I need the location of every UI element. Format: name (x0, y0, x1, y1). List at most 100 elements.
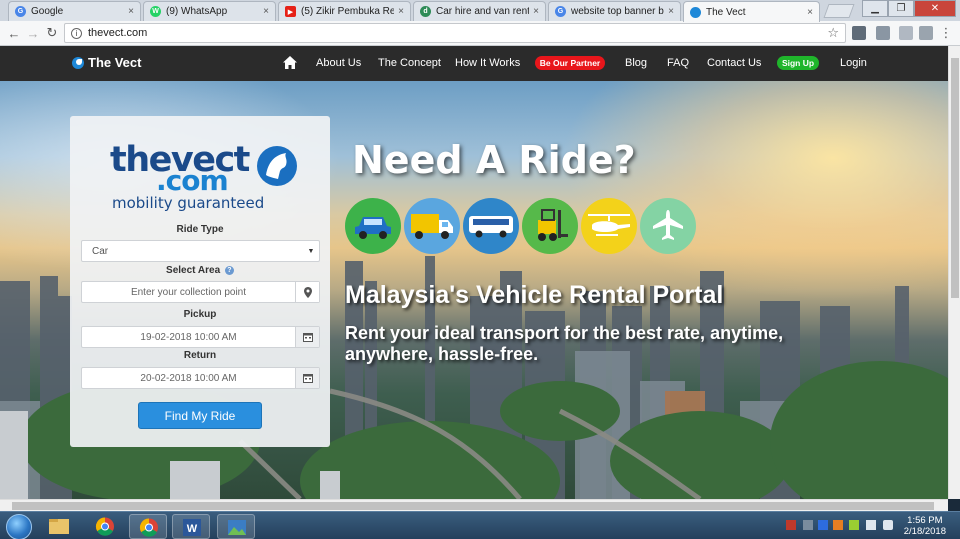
tab-google[interactable]: G Google × (8, 1, 141, 21)
dropbox-icon[interactable] (818, 520, 828, 530)
extension-icon[interactable] (852, 26, 866, 40)
nav-how-it-works[interactable]: How It Works (455, 57, 520, 69)
pickup-label: Pickup (183, 309, 217, 320)
forward-icon[interactable]: → (25, 25, 41, 41)
scroll-thumb[interactable] (12, 502, 934, 510)
hero-headline: Need A Ride? (352, 138, 636, 182)
bookmark-star-icon[interactable]: ☆ (827, 25, 839, 41)
info-icon[interactable]: i (71, 27, 82, 39)
area-placeholder: Enter your collection point (130, 286, 247, 298)
select-area-heading: Select Area ? (70, 265, 330, 276)
ride-type-select[interactable]: Car ▼ (81, 240, 320, 262)
calendar-icon[interactable] (295, 327, 319, 347)
pickup-datetime-input[interactable]: 19-02-2018 10:00 AM (81, 326, 320, 348)
nav-about[interactable]: About Us (316, 57, 361, 69)
tab-close-icon[interactable]: × (807, 7, 813, 18)
address-bar[interactable]: i thevect.com ☆ (64, 23, 846, 43)
return-label: Return (183, 350, 217, 361)
thevect-icon (690, 6, 701, 18)
menu-icon[interactable]: ⋮ (938, 25, 954, 41)
tray-icon[interactable] (803, 520, 813, 530)
chrome-icon[interactable] (86, 514, 124, 539)
map-pin-icon[interactable] (295, 282, 319, 302)
truck-icon[interactable] (404, 198, 460, 254)
help-icon[interactable]: ? (224, 265, 234, 275)
hero-subtitle: Rent your ideal transport for the best r… (345, 323, 784, 364)
volume-icon[interactable] (883, 520, 893, 530)
tab-close-icon[interactable]: × (263, 6, 269, 17)
vertical-scrollbar[interactable] (948, 46, 960, 499)
extension-icon[interactable] (876, 26, 890, 40)
return-datetime-input[interactable]: 20-02-2018 10:00 AM (81, 367, 320, 389)
new-tab-button[interactable] (823, 4, 855, 18)
site-icon: d (420, 6, 431, 17)
forklift-icon[interactable] (522, 198, 578, 254)
reload-icon[interactable]: ↻ (44, 25, 60, 41)
tab-title: Google (31, 6, 64, 17)
tab-whatsapp[interactable]: W (9) WhatsApp × (143, 1, 276, 21)
clock-date: 2/18/2018 (903, 526, 946, 537)
nav-contact[interactable]: Contact Us (707, 57, 761, 69)
tab-close-icon[interactable]: × (533, 6, 539, 17)
site-brand[interactable]: The Vect (72, 55, 141, 70)
bus-icon[interactable] (463, 198, 519, 254)
horizontal-scrollbar[interactable] (0, 499, 948, 511)
browser-tab-strip: G Google × W (9) WhatsApp × ▶ (5) Zikir … (0, 0, 960, 22)
chevron-down-icon: ▼ (307, 247, 315, 255)
maximize-icon[interactable]: ❐ (888, 0, 914, 17)
word-icon[interactable]: W (172, 514, 210, 539)
car-icon[interactable] (345, 198, 401, 254)
chrome-active-icon[interactable] (129, 514, 167, 539)
flag-icon[interactable] (786, 520, 796, 530)
tray-icon[interactable] (849, 520, 859, 530)
nav-login[interactable]: Login (840, 57, 867, 69)
logo-domain: .com (156, 164, 229, 197)
tab-google-search[interactable]: G website top banner blue × (548, 1, 681, 21)
nav-faq[interactable]: FAQ (667, 57, 689, 69)
calendar-icon[interactable] (295, 368, 319, 388)
helicopter-icon[interactable] (581, 198, 637, 254)
tray-icon[interactable] (833, 520, 843, 530)
tab-close-icon[interactable]: × (128, 6, 134, 17)
scroll-thumb[interactable] (951, 58, 959, 298)
photo-viewer-icon[interactable] (217, 514, 255, 539)
area-input[interactable]: Enter your collection point (81, 281, 320, 303)
brand-name: The Vect (88, 55, 142, 70)
hero-title: Malaysia's Vehicle Rental Portal (345, 281, 724, 309)
windows-start-icon[interactable] (6, 514, 32, 539)
system-clock[interactable]: 1:56 PM 2/18/2018 (904, 515, 946, 537)
find-my-ride-button[interactable]: Find My Ride (138, 402, 262, 429)
window-controls: ▁ ❐ ✕ (862, 0, 956, 17)
tab-car-hire[interactable]: d Car hire and van rental b × (413, 1, 546, 21)
home-icon[interactable] (283, 56, 297, 69)
ride-type-label: Ride Type (176, 224, 224, 235)
tab-title: The Vect (706, 6, 746, 18)
tab-youtube[interactable]: ▶ (5) Zikir Pembuka Rezeki × (278, 1, 411, 21)
nav-concept[interactable]: The Concept (378, 57, 441, 69)
svg-text:W: W (187, 523, 198, 535)
back-icon[interactable]: ← (6, 25, 22, 41)
logo-tagline: mobility guaranteed (112, 194, 265, 212)
windows-taskbar: W 1:56 PM 2/18/2018 (0, 511, 960, 539)
booking-panel: thevect .com mobility guaranteed Ride Ty… (70, 116, 330, 447)
thevect-logo: thevect .com mobility guaranteed (110, 140, 300, 212)
airplane-icon[interactable] (640, 198, 696, 254)
minimize-icon[interactable]: ▁ (862, 0, 888, 17)
nav-blog[interactable]: Blog (625, 57, 647, 69)
screen: G Google × W (9) WhatsApp × ▶ (5) Zikir … (0, 0, 960, 539)
tab-title: (5) Zikir Pembuka Rezeki (301, 6, 394, 17)
tab-thevect[interactable]: The Vect × (683, 1, 820, 22)
select-area-label: Select Area (166, 265, 221, 276)
url-text: thevect.com (88, 27, 148, 39)
browser-toolbar: ← → ↻ i thevect.com ☆ ⋮ (0, 21, 960, 46)
nav-signup-button[interactable]: Sign Up (777, 56, 819, 70)
file-explorer-icon[interactable] (40, 514, 78, 539)
tab-close-icon[interactable]: × (398, 6, 404, 17)
signal-icon[interactable] (866, 520, 876, 530)
extension-icon[interactable] (899, 26, 913, 40)
extension-icon[interactable] (919, 26, 933, 40)
tab-close-icon[interactable]: × (668, 6, 674, 17)
site-navbar: The Vect About Us The Concept How It Wor… (0, 46, 948, 81)
close-window-icon[interactable]: ✕ (914, 0, 956, 17)
nav-partner-button[interactable]: Be Our Partner (535, 56, 605, 70)
